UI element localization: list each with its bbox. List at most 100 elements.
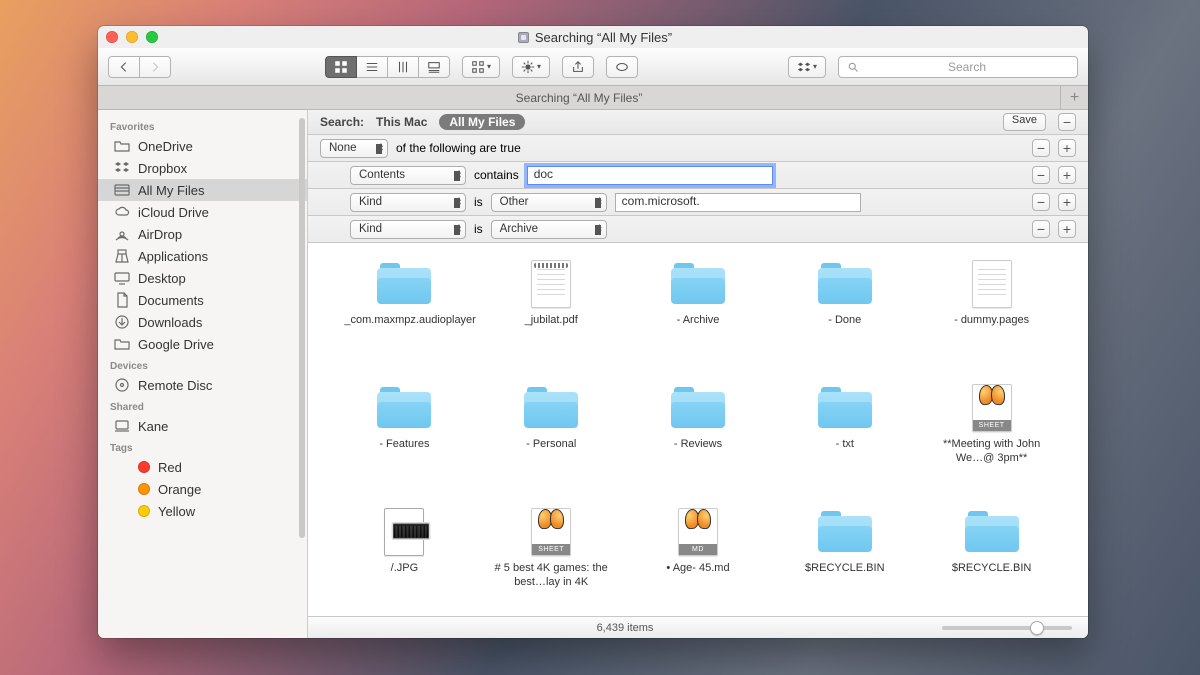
file-item[interactable]: - Archive (630, 261, 767, 371)
item-count: 6,439 items (308, 622, 942, 634)
sidebar-item-onedrive[interactable]: OneDrive (98, 135, 307, 157)
criteria-value-input[interactable]: com.microsoft. (615, 193, 861, 212)
file-item[interactable]: - txt (776, 385, 913, 495)
criteria-kind-select[interactable]: Other▴▾ (491, 193, 607, 212)
add-row-button[interactable]: + (1058, 220, 1076, 238)
search-input[interactable]: Search (838, 56, 1078, 78)
sidebar-scrollbar[interactable] (299, 118, 305, 538)
sidebar-item-all-my-files[interactable]: All My Files (98, 179, 307, 201)
md-icon: MD (670, 509, 726, 555)
file-item[interactable]: MD• Age- 45.md (630, 509, 767, 616)
section-shared: Shared (98, 396, 307, 415)
sidebar-item-dropbox[interactable]: Dropbox (98, 157, 307, 179)
file-item[interactable]: $RECYCLE.BIN (776, 509, 913, 616)
tags-button[interactable] (606, 56, 638, 78)
add-row-button[interactable]: + (1058, 166, 1076, 184)
sidebar-item-kane[interactable]: Kane (98, 415, 307, 437)
save-search-button[interactable]: Save (1003, 113, 1046, 131)
file-name: - txt (836, 437, 854, 451)
forward-button[interactable] (140, 56, 171, 78)
remove-row-button[interactable]: − (1032, 193, 1050, 211)
file-item[interactable]: SHEET**Meeting with John We…@ 3pm** (923, 385, 1060, 495)
criteria-attr-select[interactable]: Kind▴▾ (350, 193, 466, 212)
criteria-kind-select[interactable]: Archive▴▾ (491, 220, 607, 239)
minimize-button[interactable] (126, 31, 138, 43)
tab-item[interactable]: Searching “All My Files” (98, 86, 1060, 110)
new-tab-button[interactable]: + (1060, 86, 1088, 109)
file-item[interactable]: SHEET# 5 best 4K games: the best…lay in … (483, 509, 620, 616)
sidebar-item-google-drive[interactable]: Google Drive (98, 333, 307, 355)
downloads-icon (114, 314, 130, 330)
sidebar-item-documents[interactable]: Documents (98, 289, 307, 311)
remove-row-button[interactable]: − (1032, 139, 1050, 157)
file-item[interactable]: _jubilat.pdf (483, 261, 620, 371)
sidebar-item-airdrop[interactable]: AirDrop (98, 223, 307, 245)
sidebar: Favorites OneDriveDropboxAll My FilesiCl… (98, 110, 308, 638)
criteria-value-input[interactable]: doc (527, 166, 773, 185)
criteria-any-select[interactable]: None▴▾ (320, 139, 388, 158)
desktop-icon (114, 270, 130, 286)
finder-window: Searching “All My Files” ▾ ▾ ▾ Search Se… (98, 26, 1088, 638)
criteria-predicate: is (474, 195, 483, 209)
criteria-row-1: Contents▴▾ contains doc − + (308, 162, 1088, 189)
sidebar-item-label: Yellow (158, 504, 195, 519)
results-grid: _com.maxmpz.audioplayer_jubilat.pdf- Arc… (308, 243, 1088, 616)
list-view-button[interactable] (357, 56, 388, 78)
sidebar-item-icloud-drive[interactable]: iCloud Drive (98, 201, 307, 223)
sidebar-item-desktop[interactable]: Desktop (98, 267, 307, 289)
sheet-icon: SHEET (964, 385, 1020, 431)
file-item[interactable]: $RECYCLE.BIN (923, 509, 1060, 616)
criteria-predicate: contains (474, 168, 519, 182)
sidebar-item-label: iCloud Drive (138, 205, 209, 220)
scope-all-files[interactable]: All My Files (439, 114, 525, 130)
criteria-value-text: doc (534, 167, 553, 181)
file-item[interactable]: - Features (336, 385, 473, 495)
status-bar: 6,439 items (308, 616, 1088, 638)
sidebar-item-downloads[interactable]: Downloads (98, 311, 307, 333)
coverflow-view-button[interactable] (419, 56, 450, 78)
column-view-button[interactable] (388, 56, 419, 78)
add-row-button[interactable]: + (1058, 139, 1076, 157)
close-button[interactable] (106, 31, 118, 43)
icon-size-slider[interactable] (942, 626, 1072, 630)
file-item[interactable]: - Done (776, 261, 913, 371)
criteria-text: of the following are true (396, 141, 521, 155)
criteria-attr-select[interactable]: Contents▴▾ (350, 166, 466, 185)
criteria-attr-select[interactable]: Kind▴▾ (350, 220, 466, 239)
apps-icon (114, 248, 130, 264)
titlebar[interactable]: Searching “All My Files” (98, 26, 1088, 48)
sidebar-item-remote-disc[interactable]: Remote Disc (98, 374, 307, 396)
scope-this-mac[interactable]: This Mac (376, 115, 427, 129)
section-devices: Devices (98, 355, 307, 374)
file-item[interactable]: _com.maxmpz.audioplayer (336, 261, 473, 371)
remove-row-button[interactable]: − (1032, 220, 1050, 238)
folder-icon (670, 385, 726, 431)
sidebar-item-applications[interactable]: Applications (98, 245, 307, 267)
sidebar-item-label: Applications (138, 249, 208, 264)
arrange-button[interactable]: ▾ (462, 56, 500, 78)
computer-icon (114, 418, 130, 434)
sidebar-item-label: Documents (138, 293, 204, 308)
tag-yellow[interactable]: Yellow (98, 500, 307, 522)
criteria-row-2: Kind▴▾ is Other▴▾ com.microsoft. − + (308, 189, 1088, 216)
file-item[interactable]: /.JPG (336, 509, 473, 616)
file-item[interactable]: - Personal (483, 385, 620, 495)
sidebar-item-label: Remote Disc (138, 378, 212, 393)
file-item[interactable]: - Reviews (630, 385, 767, 495)
share-button[interactable] (562, 56, 594, 78)
sidebar-item-label: Desktop (138, 271, 186, 286)
add-row-button[interactable]: + (1058, 193, 1076, 211)
dropbox-toolbar-button[interactable]: ▾ (788, 56, 826, 78)
tab-bar: Searching “All My Files” + (98, 86, 1088, 110)
remove-criteria-button[interactable]: − (1058, 113, 1076, 131)
remove-row-button[interactable]: − (1032, 166, 1050, 184)
zoom-button[interactable] (146, 31, 158, 43)
tag-orange[interactable]: Orange (98, 478, 307, 500)
tag-red[interactable]: Red (98, 456, 307, 478)
content: Search: This Mac All My Files Save − Non… (308, 110, 1088, 638)
back-button[interactable] (108, 56, 140, 78)
action-button[interactable]: ▾ (512, 56, 550, 78)
icon-view-button[interactable] (325, 56, 357, 78)
search-placeholder: Search (865, 60, 1069, 74)
file-item[interactable]: - dummy.pages (923, 261, 1060, 371)
